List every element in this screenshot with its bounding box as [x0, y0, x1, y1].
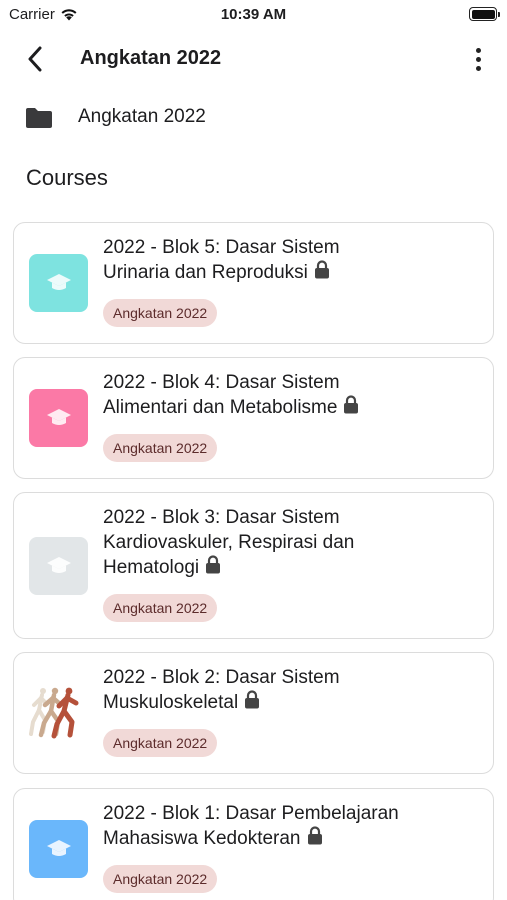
lock-icon — [307, 826, 322, 845]
course-title-line: 2022 - Blok 4: Dasar Sistem — [103, 372, 340, 393]
lock-icon — [245, 690, 260, 709]
running-anatomy-image — [29, 687, 79, 739]
graduation-cap-icon — [46, 557, 71, 573]
nav-bar: Angkatan 2022 — [0, 40, 507, 78]
course-title-line: 2022 - Blok 3: Dasar Sistem — [103, 507, 340, 528]
course-card[interactable]: 2022 - Blok 5: Dasar Sistem Urinaria dan… — [13, 222, 494, 344]
course-title-line: Kardiovaskuler, Respirasi dan — [103, 532, 355, 553]
course-title: 2022 - Blok 3: Dasar Sistem Kardiovaskul… — [103, 505, 463, 580]
page-title: Angkatan 2022 — [80, 47, 222, 69]
course-title-line: 2022 - Blok 2: Dasar Sistem — [103, 667, 340, 688]
lock-icon — [206, 555, 221, 574]
status-bar: Carrier 10:39 AM — [0, 0, 507, 30]
course-title-line: Muskuloskeletal — [103, 692, 239, 713]
course-card[interactable]: 2022 - Blok 3: Dasar Sistem Kardiovaskul… — [13, 492, 494, 639]
breadcrumb[interactable]: Angkatan 2022 — [0, 100, 507, 136]
folder-icon — [26, 108, 52, 128]
more-options-button[interactable] — [471, 44, 485, 74]
chevron-left-icon — [28, 46, 42, 72]
course-thumbnail — [29, 254, 88, 312]
course-title-line: Alimentari dan Metabolisme — [103, 397, 338, 418]
course-card[interactable]: 2022 - Blok 1: Dasar Pembelajaran Mahasi… — [13, 788, 494, 900]
status-time: 10:39 AM — [220, 6, 287, 23]
course-title: 2022 - Blok 5: Dasar Sistem Urinaria dan… — [103, 235, 463, 285]
course-category-badge: Angkatan 2022 — [103, 594, 218, 622]
course-title-line: 2022 - Blok 1: Dasar Pembelajaran — [103, 803, 399, 824]
back-button[interactable] — [22, 44, 48, 74]
course-title-line: 2022 - Blok 5: Dasar Sistem — [103, 237, 340, 258]
battery-icon — [469, 7, 500, 21]
more-vertical-icon — [475, 47, 481, 53]
course-thumbnail — [29, 820, 88, 878]
course-title: 2022 - Blok 4: Dasar Sistem Alimentari d… — [103, 370, 463, 420]
course-category-badge: Angkatan 2022 — [103, 434, 218, 462]
course-card[interactable]: 2022 - Blok 2: Dasar Sistem Muskuloskele… — [13, 652, 494, 774]
graduation-cap-icon — [46, 409, 71, 425]
lock-icon — [344, 395, 359, 414]
course-title: 2022 - Blok 1: Dasar Pembelajaran Mahasi… — [103, 801, 463, 851]
course-thumbnail-image — [29, 683, 88, 741]
course-category-badge: Angkatan 2022 — [103, 729, 218, 757]
course-title: 2022 - Blok 2: Dasar Sistem Muskuloskele… — [103, 665, 463, 715]
course-title-line: Hematologi — [103, 557, 200, 578]
breadcrumb-label: Angkatan 2022 — [78, 106, 206, 127]
course-card[interactable]: 2022 - Blok 4: Dasar Sistem Alimentari d… — [13, 357, 494, 479]
course-title-line: Mahasiswa Kedokteran — [103, 828, 301, 849]
lock-icon — [314, 260, 329, 279]
course-title-line: Urinaria dan Reproduksi — [103, 262, 308, 283]
graduation-cap-icon — [46, 840, 71, 856]
course-category-badge: Angkatan 2022 — [103, 865, 218, 893]
course-thumbnail — [29, 389, 88, 447]
courses-heading: Courses — [26, 165, 108, 190]
course-thumbnail — [29, 537, 88, 595]
course-category-badge: Angkatan 2022 — [103, 299, 218, 327]
graduation-cap-icon — [46, 274, 71, 290]
